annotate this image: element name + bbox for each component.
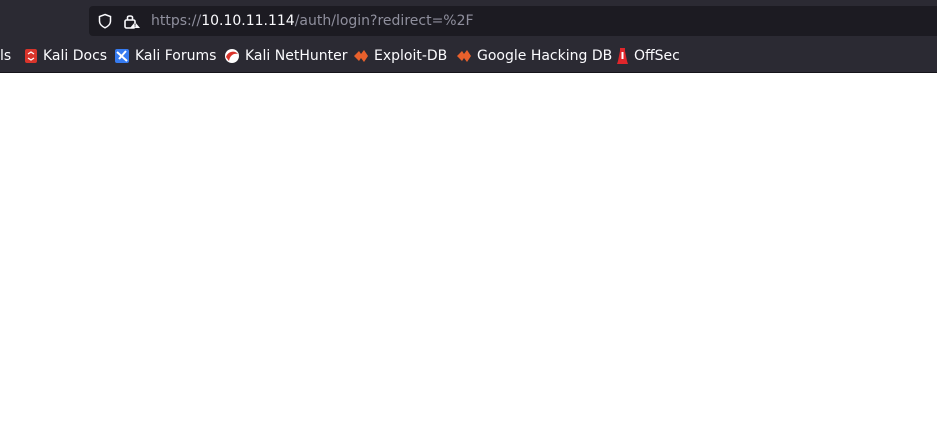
bookmark-offsec[interactable]: OffSec	[616, 47, 680, 65]
bookmarks-toolbar: ls Kali Docs Kali Forums Kali NetHunter …	[0, 40, 937, 73]
bookmark-kali-docs[interactable]: Kali Docs	[24, 47, 107, 65]
bookmark-label: Kali NetHunter	[245, 48, 348, 64]
kali-forums-icon	[115, 49, 129, 63]
url-text[interactable]: https://10.10.11.114/auth/login?redirect…	[151, 12, 474, 30]
bookmark-label: OffSec	[634, 48, 680, 64]
url-host: 10.10.11.114	[201, 13, 295, 29]
tracking-protection-shield-icon[interactable]	[97, 13, 113, 29]
exploit-db-icon	[354, 50, 368, 62]
bookmark-kali-nethunter[interactable]: Kali NetHunter	[224, 47, 347, 65]
bookmark-label: Kali Forums	[135, 48, 217, 64]
bookmark-label: Google Hacking DB	[477, 48, 613, 64]
browser-toolbar: https://10.10.11.114/auth/login?redirect…	[0, 0, 937, 40]
address-bar[interactable]: https://10.10.11.114/auth/login?redirect…	[89, 6, 937, 36]
url-scheme: https://	[151, 13, 202, 29]
bookmark-label: Exploit-DB	[374, 48, 448, 64]
bookmark-exploit-db[interactable]: Exploit-DB	[353, 47, 447, 65]
google-hacking-db-icon	[457, 50, 471, 62]
bookmark-label: Kali Docs	[43, 48, 108, 64]
url-path: /auth/login?redirect=%2F	[294, 13, 474, 29]
page-content	[0, 73, 937, 438]
kali-nethunter-icon	[225, 49, 239, 63]
bookmark-kali-forums[interactable]: Kali Forums	[114, 47, 216, 65]
kali-docs-icon	[25, 49, 37, 63]
bookmark-partial[interactable]: ls	[0, 47, 11, 65]
insecure-lock-icon[interactable]	[123, 12, 141, 30]
bookmark-google-hacking-db[interactable]: Google Hacking DB	[456, 47, 612, 65]
bookmark-label: ls	[0, 48, 12, 64]
offsec-icon	[617, 48, 628, 64]
